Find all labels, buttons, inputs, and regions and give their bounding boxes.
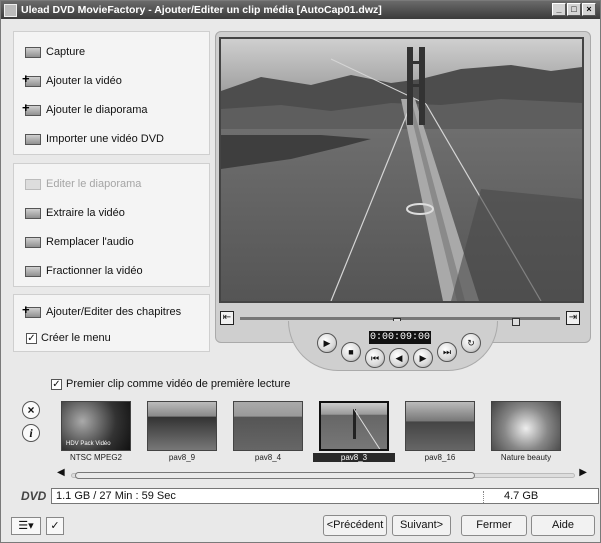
film-icon	[22, 206, 44, 220]
import-dvd-icon	[22, 132, 44, 146]
previous-button[interactable]: <Précédent	[323, 515, 387, 536]
edit-chapters-button[interactable]: + Ajouter/Editer des chapitres	[22, 302, 181, 322]
clip-caption: pav8_3	[313, 453, 395, 462]
extract-video-button[interactable]: Extraire la vidéo	[22, 203, 125, 223]
main-window: Ulead DVD MovieFactory - Ajouter/Editer …	[0, 0, 601, 543]
add-slideshow-label: Ajouter le diaporama	[46, 104, 148, 116]
extract-video-label: Extraire la vidéo	[46, 207, 125, 219]
clip-scrollbar[interactable]: ◀ ▶	[57, 467, 587, 480]
next-frame-icon[interactable]: ▶	[413, 348, 433, 368]
first-clip-check-icon: ✓	[51, 378, 62, 390]
media-actions-panel: Capture + Ajouter la vidéo + Ajouter le …	[13, 31, 210, 155]
next-button[interactable]: Suivant>	[392, 515, 451, 536]
minimize-button[interactable]: _	[552, 3, 566, 16]
clip-overlay-text: HDV Pack Vidéo	[66, 441, 111, 447]
timecode-display[interactable]: 0:00:09:00	[369, 331, 431, 344]
settings-menu-button[interactable]: ☰▾	[11, 517, 41, 535]
trim-end-marker[interactable]	[512, 318, 520, 326]
maximize-button[interactable]: □	[567, 3, 581, 16]
dvd-limit-marker	[483, 491, 484, 503]
prev-frame-icon[interactable]: ◀	[389, 348, 409, 368]
clip-caption: pav8_9	[168, 453, 196, 462]
clip-image	[147, 401, 217, 451]
create-menu-check-icon: ✓	[26, 332, 37, 344]
capture-button[interactable]: Capture	[22, 42, 85, 62]
help-button[interactable]: Aide	[531, 515, 595, 536]
replace-audio-label: Remplacer l'audio	[46, 236, 134, 248]
split-icon	[22, 264, 44, 278]
clip-thumbnail-selected[interactable]: pav8_3	[313, 399, 395, 467]
clip-image	[405, 401, 475, 451]
check-icon[interactable]: ✓	[46, 517, 64, 535]
edit-slideshow-label: Editer le diaporama	[46, 178, 142, 190]
clip-caption: pav8_4	[254, 453, 282, 462]
first-clip-checkbox[interactable]: ✓ Premier clip comme vidéo de première l…	[51, 378, 290, 390]
clip-thumbnail[interactable]: pav8_4	[227, 399, 309, 467]
add-chapters-icon: +	[22, 302, 44, 319]
split-video-button[interactable]: Fractionner la vidéo	[22, 261, 143, 281]
chapters-panel: + Ajouter/Editer des chapitres ✓ Créer l…	[13, 294, 210, 352]
add-slideshow-button[interactable]: + Ajouter le diaporama	[22, 100, 148, 120]
edit-slideshow-button[interactable]: Editer le diaporama	[22, 174, 141, 194]
clip-image: HDV Pack Vidéo	[61, 401, 131, 451]
scroll-left-icon[interactable]: ◀	[57, 467, 65, 478]
clip-thumbnail[interactable]: pav8_16	[399, 399, 481, 467]
add-slideshow-icon: +	[22, 100, 44, 117]
add-video-label: Ajouter la vidéo	[46, 75, 122, 87]
play-icon[interactable]: ▶	[317, 333, 337, 353]
clip-caption: Nature beauty	[500, 453, 552, 462]
edit-actions-panel: Editer le diaporama Extraire la vidéo Re…	[13, 163, 210, 287]
dvd-capacity-text: 4.7 GB	[504, 490, 539, 502]
clip-caption: NTSC MPEG2	[69, 453, 122, 462]
clip-thumbnail[interactable]: HDV Pack Vidéo NTSC MPEG2	[55, 399, 137, 467]
window-title: Ulead DVD MovieFactory - Ajouter/Editer …	[21, 4, 382, 16]
close-button[interactable]: ×	[582, 3, 596, 16]
seek-track[interactable]	[240, 317, 560, 326]
info-icon[interactable]: i	[22, 424, 40, 442]
mark-out-button[interactable]: ⇥	[566, 311, 580, 325]
end-icon[interactable]: ⏭	[437, 342, 457, 362]
video-preview	[219, 37, 584, 303]
clip-image	[319, 401, 389, 451]
clip-thumbnail[interactable]: pav8_9	[141, 399, 223, 467]
repeat-icon[interactable]: ↻	[461, 333, 481, 353]
add-video-button[interactable]: + Ajouter la vidéo	[22, 71, 122, 91]
import-dvd-button[interactable]: Importer une vidéo DVD	[22, 129, 164, 149]
import-dvd-label: Importer une vidéo DVD	[46, 133, 164, 145]
stop-icon[interactable]: ■	[341, 342, 361, 362]
create-menu-checkbox[interactable]: ✓ Créer le menu	[26, 328, 111, 348]
add-video-icon: +	[22, 71, 44, 88]
dvd-usage-text: 1.1 GB / 27 Min : 59 Sec	[56, 490, 176, 502]
mark-in-button[interactable]: ⇤	[220, 311, 234, 325]
clip-strip: HDV Pack Vidéo NTSC MPEG2 pav8_9 pav8_4 …	[51, 399, 585, 467]
edit-chapters-label: Ajouter/Editer des chapitres	[46, 306, 182, 318]
replace-audio-button[interactable]: Remplacer l'audio	[22, 232, 134, 252]
clip-thumbnail[interactable]: Nature beauty	[485, 399, 567, 467]
scroll-thumb[interactable]	[75, 472, 475, 479]
clip-caption: pav8_16	[424, 453, 456, 462]
camera-icon	[22, 45, 44, 59]
create-menu-label: Créer le menu	[41, 332, 111, 344]
slideshow-icon	[22, 177, 44, 191]
capture-label: Capture	[46, 46, 86, 58]
first-clip-label: Premier clip comme vidéo de première lec…	[66, 378, 291, 390]
dvd-label: DVD	[21, 489, 47, 503]
clip-image	[491, 401, 561, 451]
dvd-capacity-bar: DVD 1.1 GB / 27 Min : 59 Sec 4.7 GB	[21, 488, 599, 505]
close-dialog-button[interactable]: Fermer	[461, 515, 527, 536]
dvd-usage-track: 1.1 GB / 27 Min : 59 Sec 4.7 GB	[51, 488, 599, 504]
scroll-right-icon[interactable]: ▶	[579, 467, 587, 478]
app-icon	[4, 3, 17, 17]
remove-clip-icon[interactable]: ×	[22, 401, 40, 419]
audio-icon	[22, 235, 44, 249]
title-bar: Ulead DVD MovieFactory - Ajouter/Editer …	[1, 1, 600, 19]
split-video-label: Fractionner la vidéo	[46, 265, 143, 277]
home-icon[interactable]: ⏮	[365, 348, 385, 368]
clip-image	[233, 401, 303, 451]
